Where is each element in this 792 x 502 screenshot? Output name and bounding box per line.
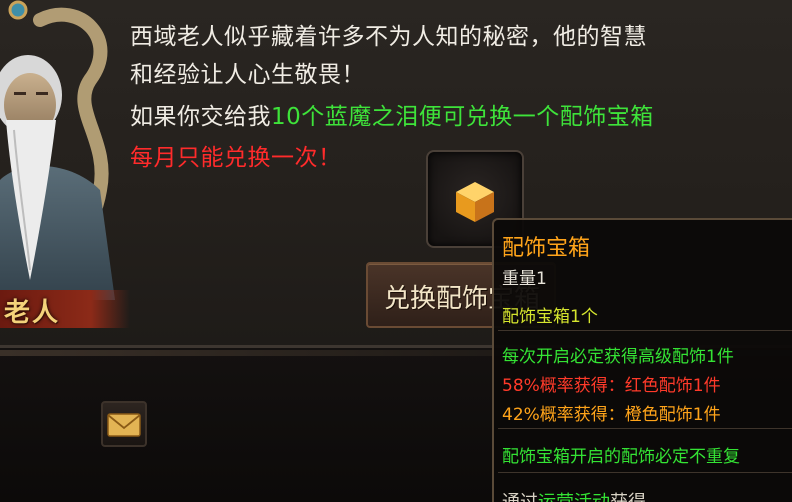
item-tooltip: 配饰宝箱 重量1 配饰宝箱1个 每次开启必定获得高级配饰1件 58%概率获得：红…: [492, 218, 792, 502]
npc-name: 老人: [4, 298, 61, 328]
mail-button[interactable]: [101, 401, 147, 447]
mail-envelope-icon: [107, 413, 141, 437]
tooltip-divider: [498, 472, 792, 473]
tooltip-divider: [498, 428, 792, 429]
dialog-monthly-limit: 每月只能兑换一次！: [130, 145, 342, 171]
tooltip-effect: 每次开启必定获得高级配饰1件: [502, 347, 734, 367]
tooltip-weight: 重量1: [502, 269, 547, 289]
tooltip-source-prefix: 通过: [502, 492, 538, 502]
dialog-line-3: 如果你交给我10个蓝魔之泪便可兑换一个配饰宝箱: [130, 100, 654, 135]
tooltip-divider: [498, 330, 792, 331]
tooltip-source-highlight: 运营活动: [538, 492, 610, 502]
tooltip-note: 配饰宝箱开启的配饰必定不重复: [502, 447, 740, 467]
tooltip-source-suffix: 获得: [610, 492, 646, 502]
dialog-exchange-offer: 10个蓝魔之泪便可兑换一个配饰宝箱: [271, 104, 654, 130]
tooltip-source: 通过运营活动获得: [502, 488, 646, 502]
dialog-line-2: 和经验让人心生敬畏！: [130, 62, 365, 88]
tooltip-orange-chance: 42%概率获得：橙色配饰1件: [502, 405, 721, 425]
tooltip-item-count: 配饰宝箱1个: [502, 307, 598, 327]
tooltip-red-chance: 58%概率获得：红色配饰1件: [502, 376, 721, 396]
dialog-line-3-prefix: 如果你交给我: [130, 104, 271, 130]
dialog-line-1: 西域老人似乎藏着许多不为人知的秘密，他的智慧: [130, 24, 647, 50]
tooltip-title: 配饰宝箱: [502, 236, 591, 261]
